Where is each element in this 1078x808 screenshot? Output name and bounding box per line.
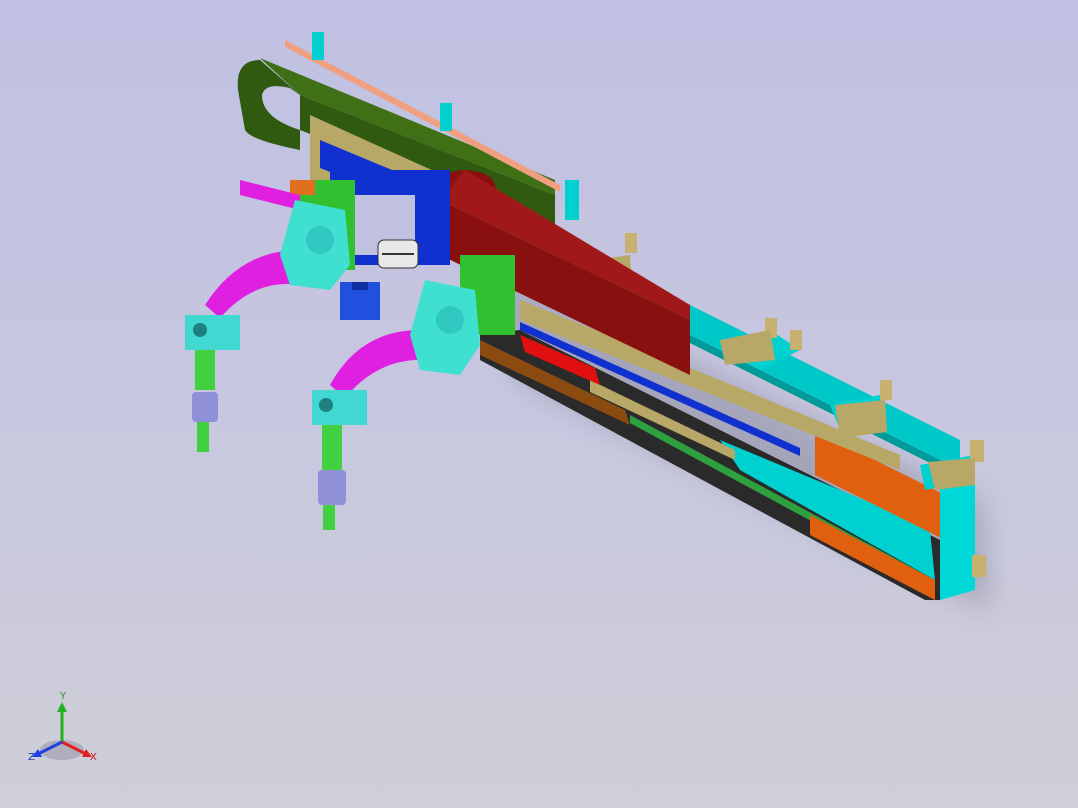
tan-bracket-4 — [928, 458, 975, 490]
tool-right — [318, 470, 346, 505]
top-bracket-3 — [565, 180, 579, 220]
magenta-arm-right — [330, 330, 425, 398]
z-axis-label: Z — [28, 752, 35, 763]
gripper-right[interactable] — [312, 280, 480, 530]
tool-left — [192, 392, 218, 422]
nozzle-right — [323, 505, 335, 530]
mount-tab-2 — [972, 555, 986, 577]
mount-tab-6 — [625, 233, 637, 253]
orientation-triad: Y X Z — [22, 692, 112, 772]
mount-tab-3 — [880, 380, 892, 400]
top-bracket-1 — [312, 32, 324, 60]
x-axis-label: X — [90, 752, 97, 763]
top-bracket-2 — [440, 103, 452, 131]
gantry-manipulator-model[interactable] — [0, 0, 1078, 808]
orange-clamp — [290, 180, 315, 195]
tan-bracket-3 — [835, 400, 887, 438]
green-joint-right — [322, 425, 342, 470]
cad-viewport[interactable]: Y X Z — [0, 0, 1078, 808]
wrist-left — [185, 315, 240, 350]
green-joint-left — [195, 350, 215, 390]
triad-icon — [32, 702, 92, 760]
y-axis-label: Y — [60, 691, 67, 702]
mount-tab-5 — [790, 330, 802, 350]
nozzle-left — [197, 422, 209, 452]
